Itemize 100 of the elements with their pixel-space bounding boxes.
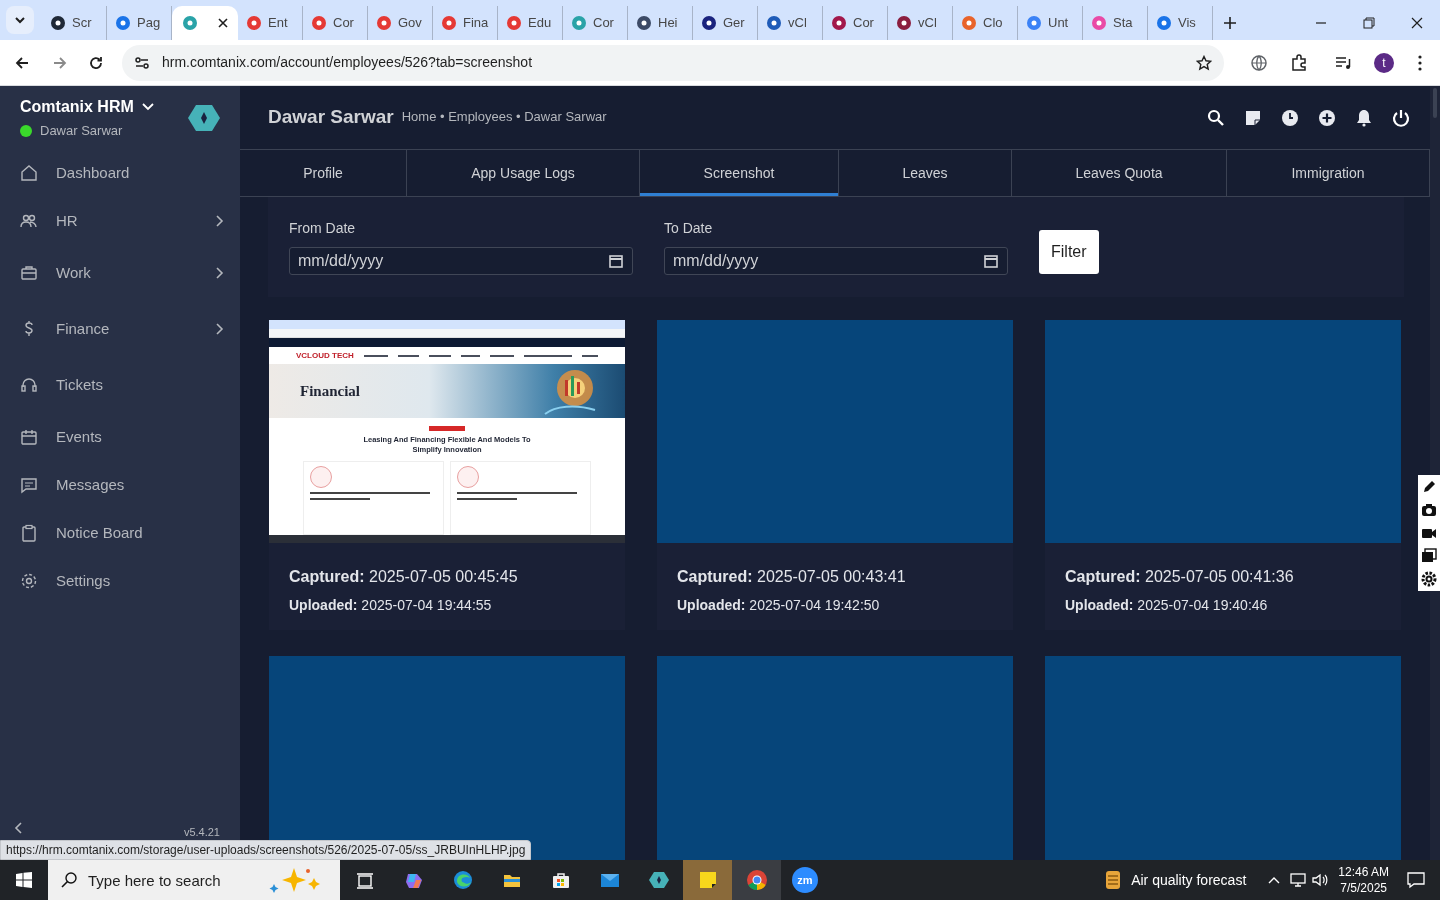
sticky-note-icon[interactable] (697, 870, 718, 890)
sidebar-item[interactable]: Tickets (0, 357, 240, 413)
site-icon (1156, 15, 1172, 31)
camera-icon[interactable] (1421, 502, 1437, 518)
extensions-icon[interactable] (1290, 53, 1308, 72)
window-icon[interactable] (1421, 548, 1437, 564)
site-icon (1091, 15, 1107, 31)
chevron-down-icon[interactable] (141, 102, 154, 111)
brand-name[interactable]: Comtanix HRM (20, 94, 134, 119)
field-label: From Date (289, 219, 357, 238)
site-settings-icon[interactable] (134, 54, 150, 71)
sidebar-item[interactable]: Dashboard (0, 149, 240, 197)
pencil-icon[interactable] (1421, 479, 1437, 495)
url-text: hrm.comtanix.com/account/employees/526?tab=screenshot (162, 53, 534, 72)
clock[interactable]: 12:46 AM 7/5/2025 (1338, 864, 1389, 896)
date-field[interactable]: mm/dd/yyyy (664, 247, 1008, 275)
network-icon[interactable] (1290, 873, 1307, 887)
site-icon (831, 15, 847, 31)
forward-icon[interactable] (52, 54, 68, 71)
menu-item-icon (20, 164, 38, 182)
captured-time: Captured: 2025-07-05 00:43:41 (676, 567, 907, 587)
back-icon[interactable] (14, 54, 30, 71)
hexagon-logo-icon (188, 103, 220, 132)
account-avatar[interactable]: t (1374, 52, 1394, 73)
uploaded-time: Uploaded: 2025-07-04 19:42:50 (676, 596, 881, 615)
user-name: Dawar Sarwar (40, 121, 123, 140)
site-icon (506, 15, 522, 31)
star-icon[interactable] (1196, 54, 1212, 71)
chevron-down-icon (14, 14, 26, 26)
globe-icon[interactable] (1250, 53, 1268, 72)
sidebar-item[interactable]: HR (0, 197, 240, 245)
reload-icon[interactable] (88, 54, 104, 71)
filter-button[interactable]: Filter (1039, 230, 1099, 274)
clock-icon[interactable] (1281, 108, 1299, 127)
search-icon[interactable] (1207, 108, 1225, 127)
link-url-text: https://hrm.comtanix.com/storage/user-uploads/screenshots/526/2025-07-05/ss_JRBUInHLHP.jpg (6, 842, 526, 859)
sidebar-item[interactable]: Notice Board (0, 509, 240, 557)
search-icon (60, 871, 78, 889)
power-icon[interactable] (1392, 108, 1410, 127)
tab[interactable]: App Usage Logs (407, 150, 640, 196)
field-label: To Date (664, 219, 714, 238)
more-icon[interactable] (1418, 54, 1422, 71)
sidebar-item[interactable]: Events (0, 413, 240, 461)
windows-icon (16, 872, 32, 888)
sidebar-item[interactable]: Settings (0, 557, 240, 605)
menu-item-icon (20, 264, 38, 282)
tab[interactable]: Screenshot (640, 150, 839, 196)
edge-icon[interactable] (452, 870, 473, 890)
date-field[interactable]: mm/dd/yyyy (289, 247, 633, 275)
menu-item-icon (20, 476, 38, 494)
menu-item-icon (20, 428, 38, 446)
site-icon (1026, 15, 1042, 31)
address-bar[interactable]: hrm.comtanix.com/account/employees/526?tab=screenshot (122, 44, 1224, 81)
page-title: Dawar Sarwar (268, 105, 394, 130)
menu-item-icon (20, 376, 38, 394)
version-text: v5.4.21 (183, 825, 220, 840)
calendar-icon[interactable] (609, 254, 623, 268)
bell-icon[interactable] (1355, 108, 1373, 127)
note-icon[interactable] (1244, 108, 1262, 127)
site-icon (376, 15, 392, 31)
close-icon[interactable] (218, 18, 228, 28)
weather-text[interactable]: Air quality forecast (1131, 869, 1247, 891)
site-icon (311, 15, 327, 31)
sidebar-item[interactable]: Messages (0, 461, 240, 509)
site-icon (115, 15, 131, 31)
hexagon-app-icon[interactable] (648, 870, 669, 890)
site-icon (636, 15, 652, 31)
close-icon[interactable] (1411, 17, 1423, 29)
site-icon (701, 15, 717, 31)
task-view-icon[interactable] (354, 870, 375, 890)
menu-item-icon (20, 572, 38, 590)
breadcrumb[interactable]: Home • Employees • Dawar Sarwar (401, 106, 607, 127)
tab[interactable]: Profile (240, 150, 407, 196)
search-field[interactable]: Type here to search (48, 860, 340, 900)
settings-icon[interactable] (1421, 571, 1437, 587)
uploaded-time: Uploaded: 2025-07-04 19:40:46 (1064, 596, 1269, 615)
site-icon (246, 15, 262, 31)
chevron-left-icon[interactable] (14, 822, 22, 834)
sidebar-item[interactable]: Work (0, 245, 240, 301)
chevron-up-icon[interactable] (1268, 876, 1281, 884)
calendar-icon[interactable] (984, 254, 998, 268)
notifications-icon[interactable] (1407, 871, 1425, 889)
captured-time: Captured: 2025-07-05 00:41:36 (1064, 567, 1295, 587)
site-icon (766, 15, 782, 31)
site-icon (50, 15, 66, 31)
volume-icon[interactable] (1312, 873, 1329, 887)
tab[interactable]: Leaves Quota (1012, 150, 1227, 196)
plus-circle-icon[interactable] (1318, 108, 1336, 127)
new-tab-icon[interactable] (1223, 16, 1237, 30)
uploaded-time: Uploaded: 2025-07-04 19:44:55 (288, 596, 493, 615)
tab-search-button[interactable] (6, 6, 34, 34)
site-icon (961, 15, 977, 31)
captured-time: Captured: 2025-07-05 00:45:45 (288, 567, 519, 587)
site-logo: VCLOUD TECH (296, 349, 354, 362)
menu-item-icon (20, 524, 38, 542)
tab[interactable]: Leaves (839, 150, 1012, 196)
chrome-icon[interactable] (745, 869, 768, 891)
restore-icon[interactable] (1363, 17, 1375, 29)
sidebar-item[interactable]: Finance (0, 301, 240, 357)
store-icon[interactable] (550, 870, 571, 890)
